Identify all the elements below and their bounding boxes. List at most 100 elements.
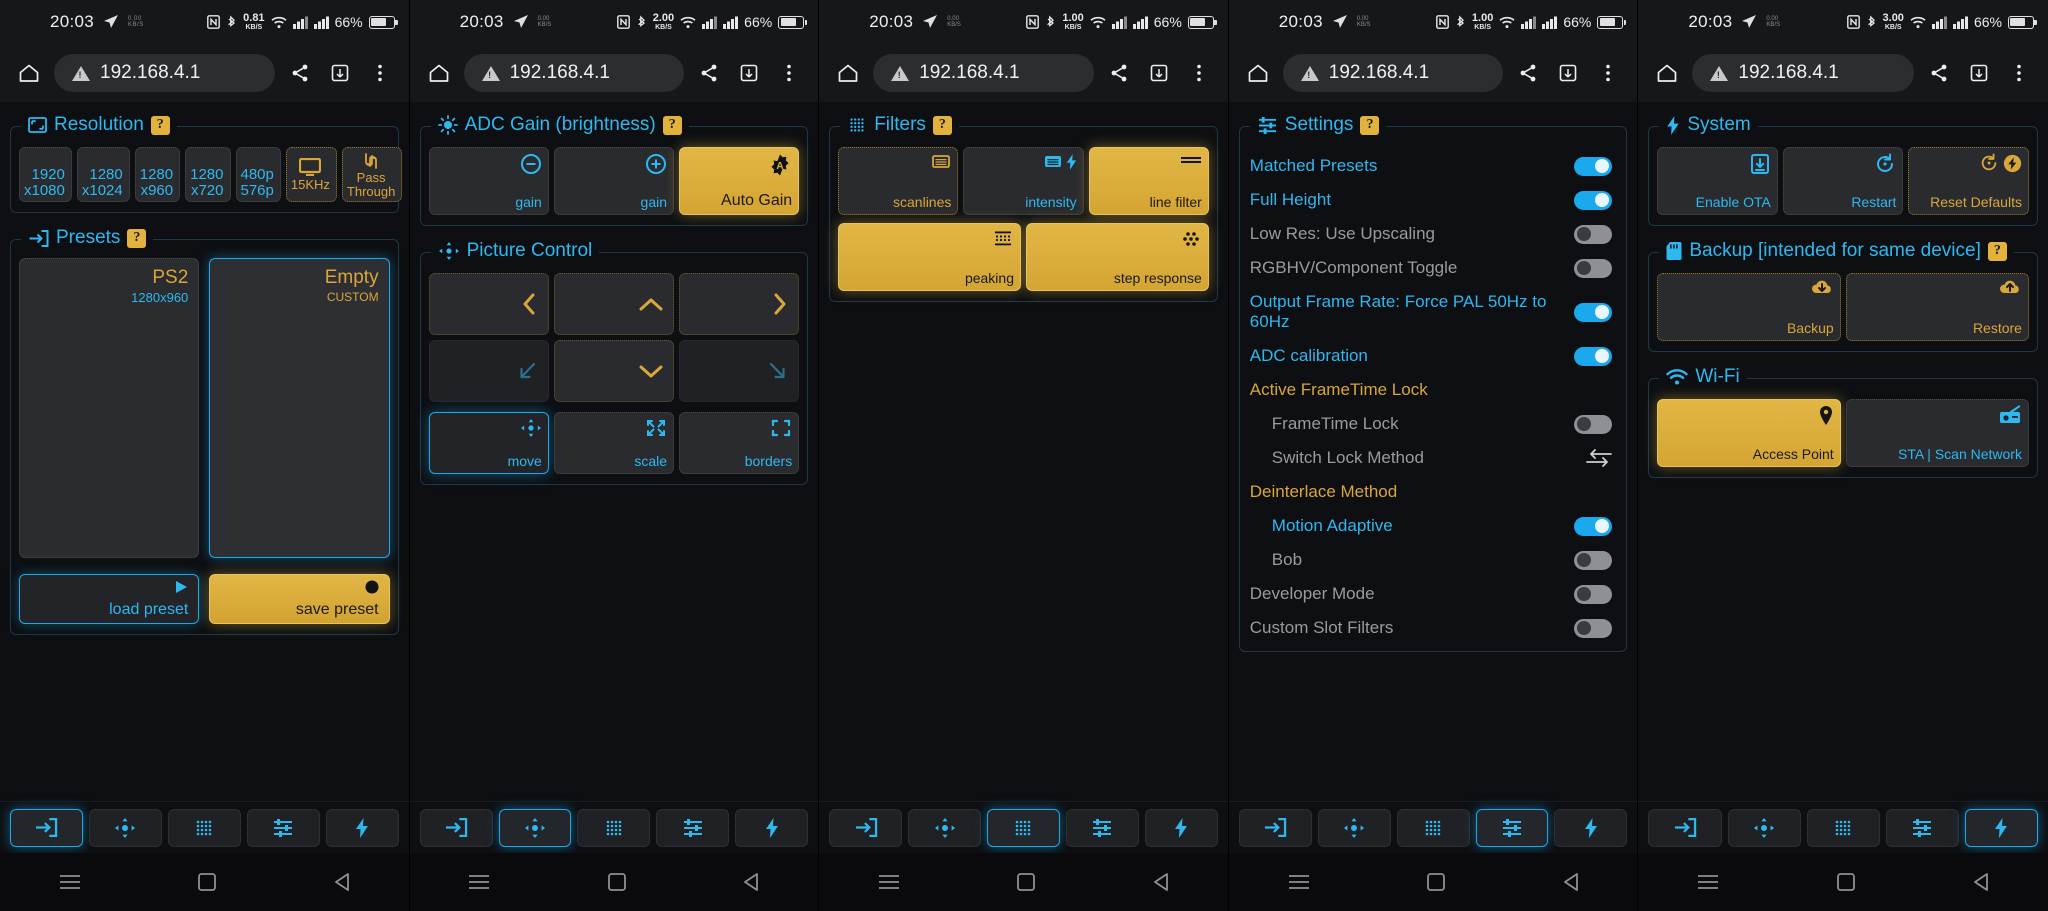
tab-filters[interactable] — [987, 808, 1060, 847]
square-icon[interactable] — [1017, 873, 1036, 891]
tab-picture[interactable] — [1727, 808, 1801, 847]
url-bar[interactable]: 192.168.4.1 — [1282, 54, 1504, 92]
more-vertical-icon[interactable] — [1593, 58, 1623, 88]
adc-gain-help-button[interactable]: ? — [662, 115, 682, 135]
setting-matched-presets[interactable]: Matched Presets — [1248, 149, 1619, 183]
tab-settings[interactable] — [1885, 808, 1959, 847]
more-vertical-icon[interactable] — [365, 58, 395, 88]
filter-line-filter-button[interactable]: line filter — [1088, 147, 1209, 215]
gain-increase-button[interactable]: gain — [553, 147, 674, 215]
tab-presets[interactable] — [10, 808, 83, 847]
setting-rgbhv-component[interactable]: RGBHV/Component Toggle — [1248, 251, 1619, 285]
toggle-custom-slot-filters[interactable] — [1574, 618, 1613, 638]
home-icon[interactable] — [1652, 58, 1682, 88]
tab-filters[interactable] — [167, 808, 241, 847]
share-icon[interactable] — [1104, 58, 1134, 88]
resolution-button-1920x1080[interactable]: 1920 x1080 — [19, 147, 72, 203]
tab-system[interactable] — [1144, 808, 1218, 847]
toggle-full-height[interactable] — [1574, 190, 1613, 210]
filter-scanlines-button[interactable]: scanlines — [838, 147, 959, 215]
hamburger-icon[interactable] — [59, 874, 81, 890]
mode-scale-button[interactable]: scale — [553, 412, 674, 474]
reset-defaults-button[interactable]: Reset Defaults — [1908, 147, 2029, 215]
tab-filters[interactable] — [577, 808, 651, 847]
hamburger-icon[interactable] — [1288, 874, 1310, 890]
tab-settings[interactable] — [246, 808, 320, 847]
share-icon[interactable] — [285, 58, 315, 88]
mode-move-button[interactable]: move — [428, 412, 549, 474]
resolution-button-15khz[interactable]: 15KHz — [285, 147, 337, 203]
preset-slot-ps2[interactable]: PS2 1280x960 — [19, 258, 200, 559]
pad-down-right-button[interactable] — [678, 340, 800, 402]
tab-presets[interactable] — [1648, 808, 1722, 847]
filters-help-button[interactable]: ? — [932, 115, 952, 135]
load-preset-button[interactable]: load preset — [19, 574, 200, 625]
tab-picture[interactable] — [88, 808, 162, 847]
preset-slot-empty[interactable]: Empty CUSTOM — [209, 258, 390, 559]
tab-settings[interactable] — [1065, 808, 1139, 847]
filter-step-response-button[interactable]: step response — [1025, 223, 1209, 291]
hamburger-icon[interactable] — [1697, 874, 1719, 890]
setting-output-frame-rate[interactable]: Output Frame Rate: Force PAL 50Hz to 60H… — [1248, 285, 1619, 339]
restart-button[interactable]: Restart — [1782, 147, 1904, 215]
hamburger-icon[interactable] — [878, 874, 900, 890]
more-vertical-icon[interactable] — [2004, 58, 2034, 88]
enable-ota-button[interactable]: Enable OTA — [1657, 147, 1778, 215]
square-icon[interactable] — [607, 873, 626, 891]
tab-system[interactable] — [1554, 808, 1628, 847]
swap-arrows-icon[interactable] — [1586, 449, 1613, 467]
home-icon[interactable] — [424, 58, 454, 88]
toggle-developer-mode[interactable] — [1574, 584, 1613, 604]
toggle-matched-presets[interactable] — [1574, 156, 1613, 176]
pad-up-button[interactable] — [553, 273, 674, 335]
square-icon[interactable] — [198, 873, 217, 891]
tab-picture[interactable] — [1317, 808, 1391, 847]
more-vertical-icon[interactable] — [774, 58, 804, 88]
tab-picture[interactable] — [908, 808, 982, 847]
setting-motion-adaptive[interactable]: Motion Adaptive — [1248, 509, 1619, 543]
url-bar[interactable]: 192.168.4.1 — [873, 54, 1094, 92]
back-triangle-icon[interactable] — [743, 873, 759, 891]
tab-filters[interactable] — [1806, 808, 1880, 847]
toggle-rgbhv-component[interactable] — [1574, 258, 1613, 278]
resolution-help-button[interactable]: ? — [150, 115, 170, 135]
setting-low-res-upscaling[interactable]: Low Res: Use Upscaling — [1248, 217, 1619, 251]
tab-presets[interactable] — [419, 808, 493, 847]
square-icon[interactable] — [1837, 873, 1856, 891]
resolution-button-1280x720[interactable]: 1280 x720 — [185, 147, 231, 203]
backup-help-button[interactable]: ? — [1987, 241, 2007, 261]
toggle-motion-adaptive[interactable] — [1574, 516, 1613, 536]
tab-settings[interactable] — [1475, 808, 1549, 847]
setting-bob[interactable]: Bob — [1248, 543, 1619, 577]
tab-filters[interactable] — [1396, 808, 1470, 847]
setting-adc-calibration[interactable]: ADC calibration — [1248, 339, 1619, 373]
pad-left-button[interactable] — [428, 273, 549, 335]
filter-peaking-button[interactable]: peaking — [838, 223, 1021, 291]
tab-picture[interactable] — [498, 808, 572, 847]
pad-down-left-button[interactable] — [428, 340, 549, 402]
resolution-button-1280x960[interactable]: 1280 x960 — [134, 147, 181, 203]
tab-system[interactable] — [325, 808, 399, 847]
setting-frametime-lock[interactable]: FrameTime Lock — [1248, 407, 1619, 441]
tab-system[interactable] — [735, 808, 809, 847]
tab-system[interactable] — [1964, 808, 2038, 847]
resolution-button-passthrough[interactable]: Pass Through — [341, 147, 403, 203]
tab-switcher-icon[interactable] — [1553, 58, 1583, 88]
tab-switcher-icon[interactable] — [1144, 58, 1174, 88]
restore-button[interactable]: Restore — [1845, 273, 2029, 341]
pad-down-button[interactable] — [553, 340, 674, 402]
gain-decrease-button[interactable]: gain — [428, 147, 549, 215]
back-triangle-icon[interactable] — [1563, 873, 1579, 891]
toggle-bob[interactable] — [1574, 550, 1613, 570]
pad-right-button[interactable] — [678, 273, 800, 335]
access-point-button[interactable]: Access Point — [1657, 399, 1841, 467]
resolution-button-480p576p[interactable]: 480p 576p — [235, 147, 281, 203]
back-triangle-icon[interactable] — [1973, 873, 1989, 891]
back-triangle-icon[interactable] — [334, 873, 350, 891]
sta-scan-network-button[interactable]: STA | Scan Network — [1845, 399, 2029, 467]
toggle-output-frame-rate[interactable] — [1574, 302, 1613, 322]
url-bar[interactable]: 192.168.4.1 — [463, 54, 685, 92]
tab-presets[interactable] — [829, 808, 903, 847]
backup-button[interactable]: Backup — [1657, 273, 1841, 341]
setting-developer-mode[interactable]: Developer Mode — [1248, 577, 1619, 611]
